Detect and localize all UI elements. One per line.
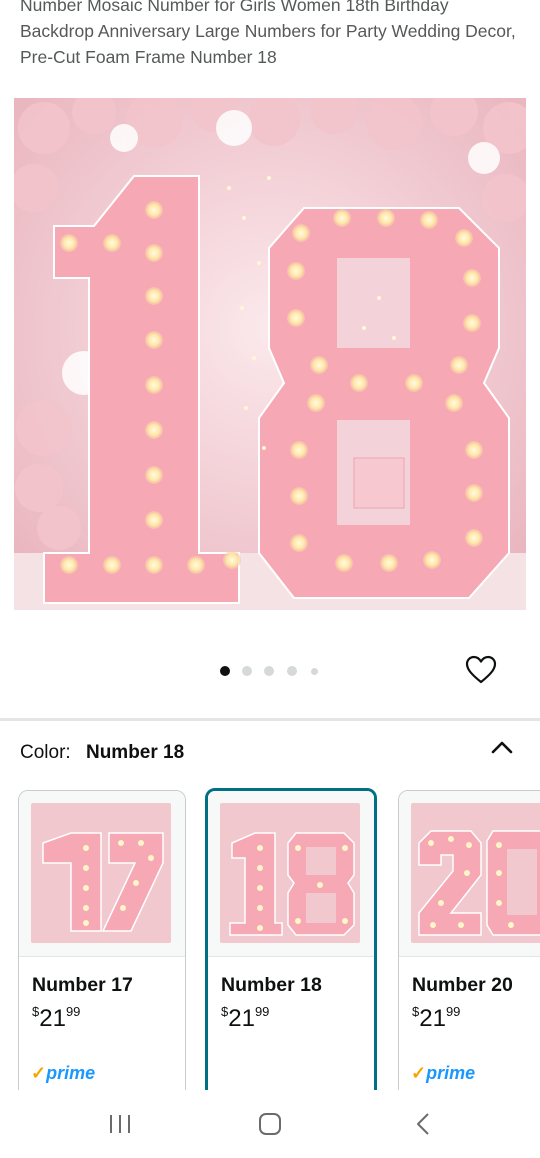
section-divider: [0, 718, 540, 721]
recents-icon[interactable]: [108, 1112, 132, 1136]
prime-label: prime: [46, 1063, 96, 1083]
variant-name: Number 20: [412, 974, 513, 996]
home-icon[interactable]: [258, 1112, 282, 1136]
pager-dot[interactable]: [220, 666, 230, 676]
prime-badge: ✓prime: [411, 1063, 475, 1084]
prime-check-icon: ✓: [31, 1063, 47, 1083]
pager-dot[interactable]: [287, 666, 297, 676]
price-cents: 99: [65, 1004, 81, 1019]
variant-name: Number 18: [221, 974, 322, 996]
variant-thumbnail: [411, 803, 540, 943]
pager-dot[interactable]: [242, 666, 252, 676]
variant-thumb-frame: [399, 791, 540, 957]
system-nav-bar: [0, 1090, 540, 1158]
variant-price: $2199: [412, 1004, 460, 1033]
prime-label: prime: [426, 1063, 476, 1083]
variant-thumbnail: [31, 803, 171, 943]
price-cents: 99: [445, 1004, 461, 1019]
variant-name: Number 17: [32, 974, 133, 996]
back-icon[interactable]: [412, 1112, 436, 1136]
variant-card-number-20[interactable]: Number 20 $2199 ✓prime: [398, 790, 540, 1112]
image-pager[interactable]: [0, 665, 540, 677]
color-selector: Color: Number 18: [20, 742, 184, 764]
pager-dot[interactable]: [264, 666, 274, 676]
color-value: Number 18: [85, 742, 185, 763]
variant-thumb-frame: [208, 791, 374, 957]
product-image[interactable]: [14, 98, 526, 610]
variant-thumbnail: [220, 803, 360, 943]
heart-icon[interactable]: [465, 655, 497, 685]
variant-price: $2199: [32, 1004, 80, 1033]
prime-check-icon: ✓: [411, 1063, 427, 1083]
price-dollars: 21: [39, 1005, 66, 1032]
hero-image-art: [14, 98, 526, 610]
product-title: Number Mosaic Number for Girls Women 18t…: [20, 0, 516, 67]
price-dollars: 21: [419, 1005, 446, 1032]
chevron-up-icon[interactable]: [490, 738, 514, 756]
price-cents: 99: [254, 1004, 270, 1019]
variant-thumb-frame: [19, 791, 185, 957]
variant-card-number-17[interactable]: Number 17 $2199 ✓prime: [18, 790, 186, 1112]
prime-badge: ✓prime: [31, 1063, 95, 1084]
variant-price: $2199: [221, 1004, 269, 1033]
pager-dot[interactable]: [311, 668, 318, 675]
price-dollars: 21: [228, 1005, 255, 1032]
variant-card-number-18[interactable]: Number 18 $2199: [205, 788, 377, 1114]
color-label: Color:: [20, 742, 71, 763]
